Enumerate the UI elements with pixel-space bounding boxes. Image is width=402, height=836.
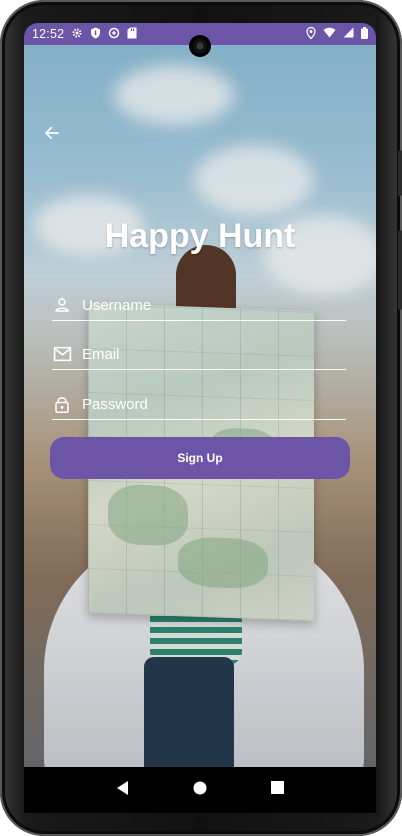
status-left: 12:52 bbox=[32, 27, 137, 42]
shield-icon bbox=[90, 27, 101, 42]
location-icon bbox=[306, 26, 316, 42]
signal-icon bbox=[343, 27, 354, 41]
back-button[interactable] bbox=[40, 123, 64, 147]
navigation-bar bbox=[24, 767, 376, 813]
username-input[interactable] bbox=[82, 296, 346, 314]
wifi-icon bbox=[323, 27, 336, 41]
battery-icon bbox=[361, 26, 368, 42]
email-field[interactable] bbox=[52, 339, 346, 370]
phone-frame: 12:52 Happy Hunt Username Email Sign Up bbox=[0, 0, 402, 836]
home-circle-icon bbox=[193, 781, 207, 800]
arrow-back-icon bbox=[43, 124, 61, 147]
username-field[interactable] bbox=[52, 290, 346, 321]
nav-home-button[interactable] bbox=[188, 778, 212, 802]
power-button bbox=[398, 150, 402, 196]
back-triangle-icon bbox=[116, 780, 130, 800]
recents-square-icon bbox=[270, 781, 284, 799]
front-camera bbox=[189, 35, 211, 57]
device-screen: 12:52 Happy Hunt Username Email Sign Up bbox=[24, 23, 376, 813]
signup-button[interactable]: Sign Up bbox=[50, 437, 350, 479]
lock-icon bbox=[52, 394, 72, 414]
volume-button bbox=[398, 230, 402, 310]
nav-back-button[interactable] bbox=[111, 778, 135, 802]
data-saver-icon bbox=[108, 27, 120, 42]
background-photo: Happy Hunt Username Email Sign Up bbox=[24, 45, 376, 767]
password-field[interactable] bbox=[52, 389, 346, 420]
settings-icon bbox=[71, 27, 83, 42]
nav-recents-button[interactable] bbox=[265, 778, 289, 802]
person-icon bbox=[52, 295, 72, 315]
mail-icon bbox=[52, 344, 72, 364]
status-time: 12:52 bbox=[32, 27, 65, 41]
email-input[interactable] bbox=[82, 345, 346, 363]
sd-card-icon bbox=[127, 27, 137, 42]
password-input[interactable] bbox=[82, 395, 346, 413]
page-title: Happy Hunt bbox=[104, 217, 296, 255]
status-right bbox=[306, 26, 368, 42]
